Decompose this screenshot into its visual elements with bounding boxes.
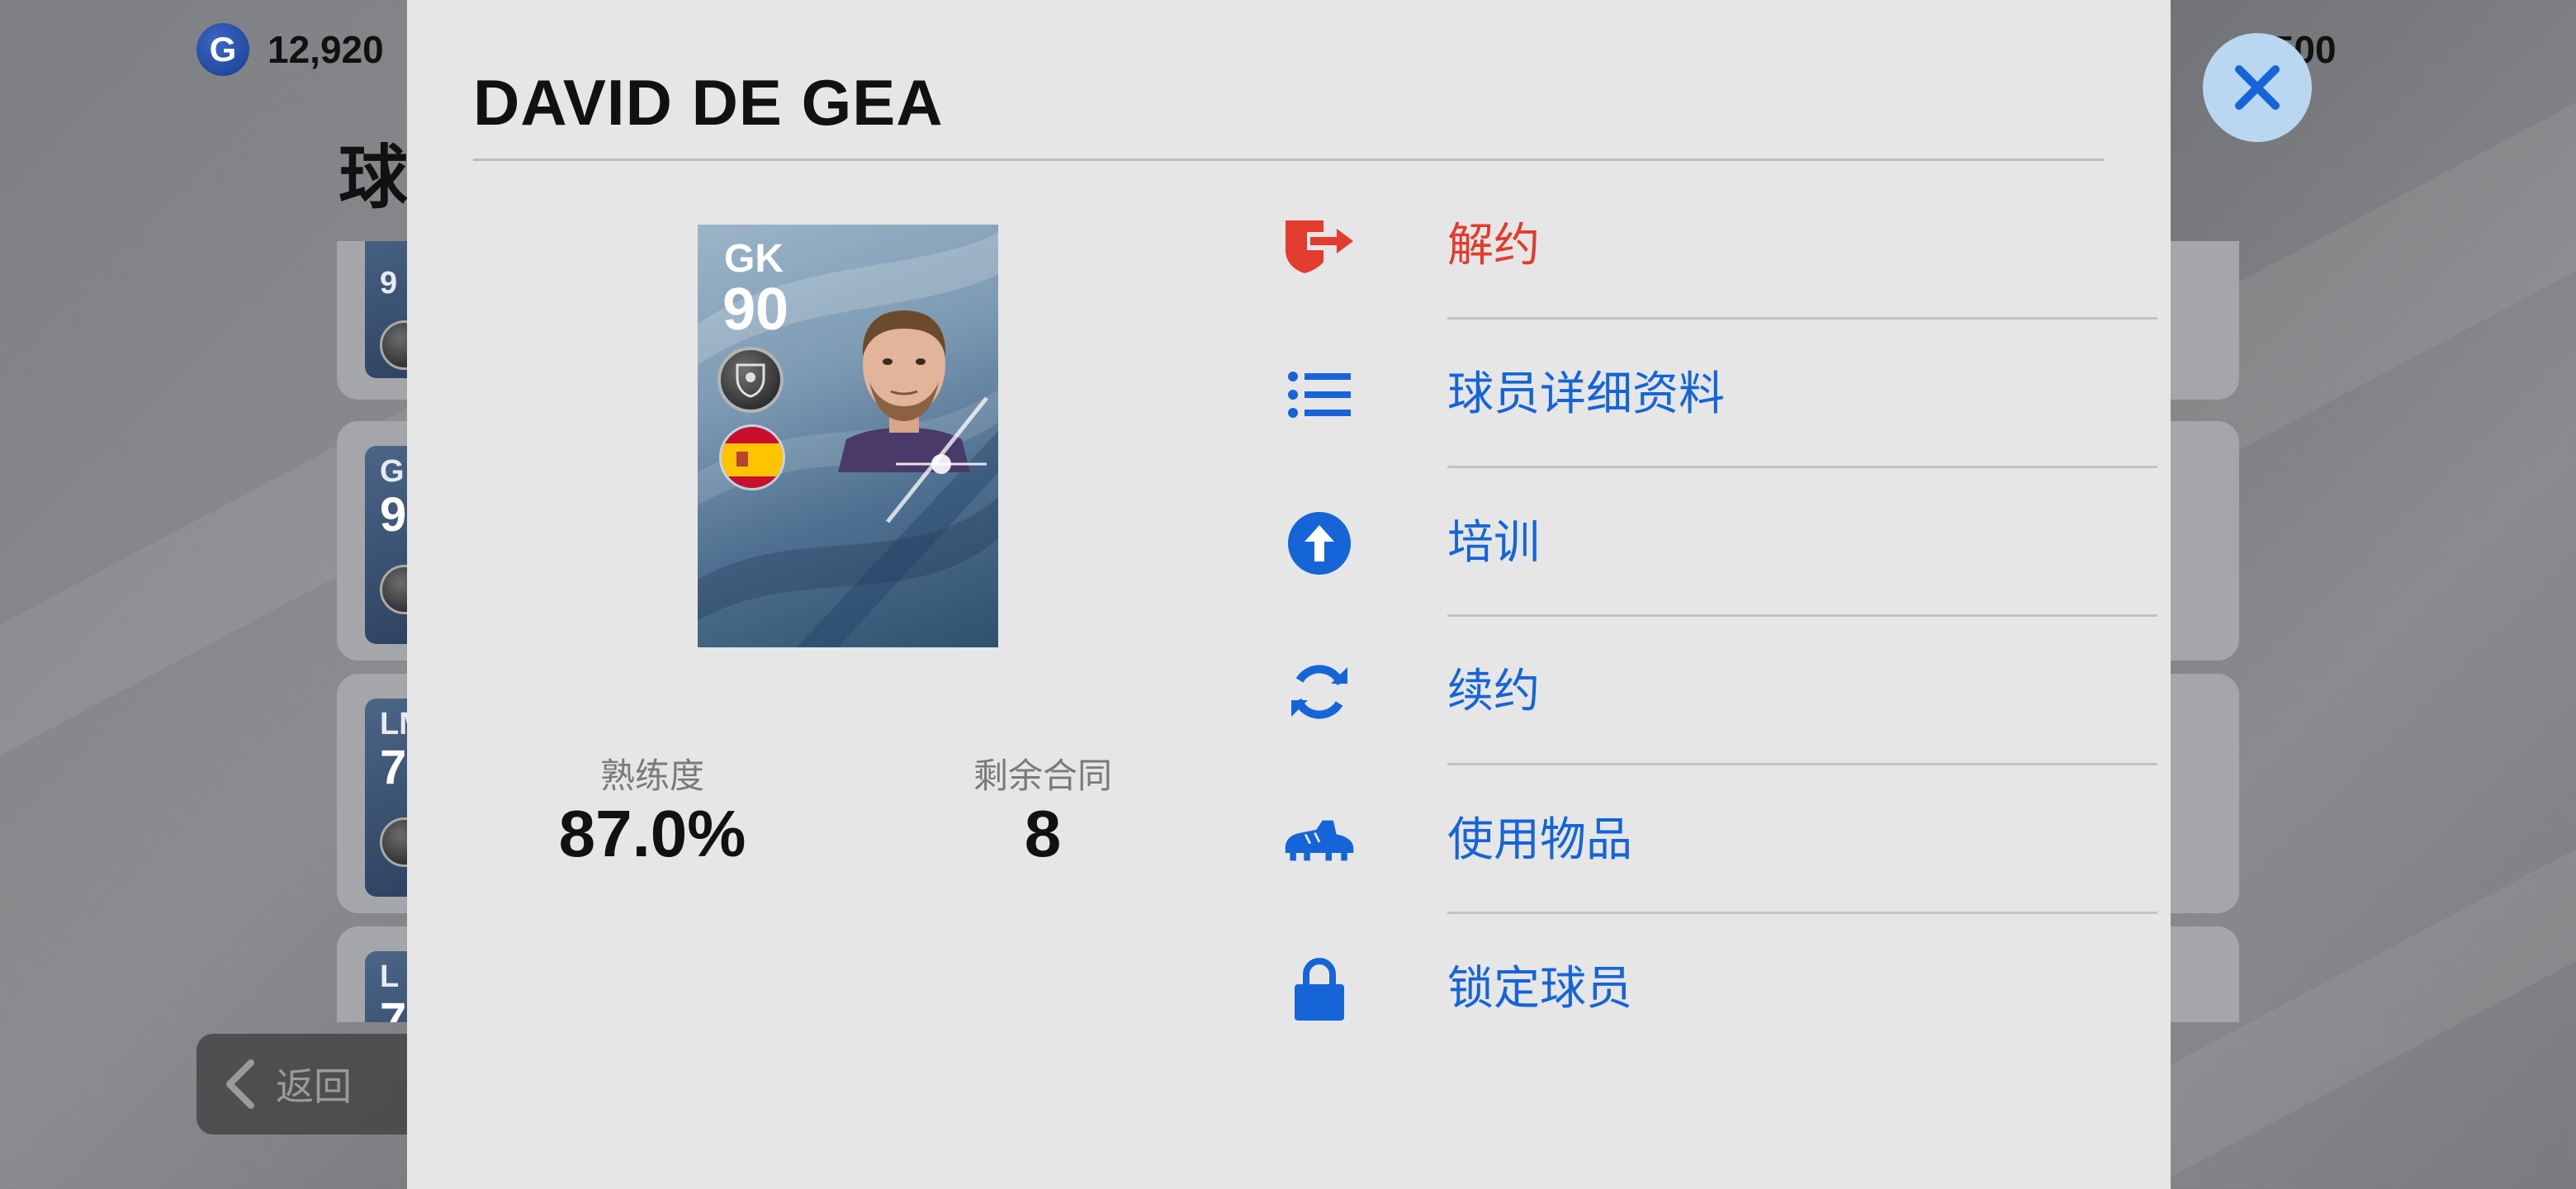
page-heading: 球 bbox=[339, 137, 409, 218]
chevron-left-icon bbox=[226, 1059, 254, 1109]
renew-icon bbox=[1282, 659, 1357, 725]
training-button[interactable]: 培训 bbox=[1282, 469, 2108, 618]
proficiency-value: 87.0% bbox=[558, 797, 746, 870]
release-contract-button[interactable]: 解约 bbox=[1282, 172, 2108, 320]
use-item-button[interactable]: 使用物品 bbox=[1282, 766, 2108, 915]
close-icon bbox=[2235, 65, 2280, 110]
menu-divider bbox=[1447, 614, 2157, 617]
training-label: 培训 bbox=[1447, 516, 1540, 570]
menu-divider bbox=[1447, 466, 2157, 468]
sparkle-effect bbox=[886, 396, 988, 523]
close-button[interactable] bbox=[2203, 33, 2312, 142]
lock-icon bbox=[1282, 956, 1357, 1022]
menu-divider bbox=[1447, 317, 2157, 320]
gp-currency: G 12,920 bbox=[197, 23, 384, 76]
player-options-modal: DAVID DE GEA GK 90 熟练度 87.0% 剩余合同 8 解约 球… bbox=[407, 0, 2171, 1189]
list-icon bbox=[1282, 362, 1357, 428]
player-card: GK 90 bbox=[698, 225, 998, 647]
gp-amount: 12,920 bbox=[268, 28, 384, 71]
renew-contract-button[interactable]: 续约 bbox=[1282, 618, 2108, 766]
boot-icon bbox=[1282, 808, 1357, 874]
player-name: DAVID DE GEA bbox=[473, 66, 944, 139]
arrow-up-circle-icon bbox=[1282, 510, 1357, 576]
proficiency-label: 熟练度 bbox=[599, 756, 704, 796]
title-divider bbox=[473, 159, 2105, 161]
contract-remaining-label: 剩余合同 bbox=[973, 756, 1112, 796]
gp-coin-icon: G bbox=[197, 23, 249, 76]
renew-contract-label: 续约 bbox=[1447, 665, 1540, 718]
card-position: GK bbox=[724, 237, 784, 281]
club-badge-icon bbox=[717, 347, 784, 413]
card-rating: 90 bbox=[722, 277, 789, 343]
player-details-label: 球员详细资料 bbox=[1447, 367, 1725, 421]
back-label: 返回 bbox=[276, 1064, 352, 1109]
menu-divider bbox=[1447, 912, 2157, 914]
lock-player-label: 锁定球员 bbox=[1447, 962, 1632, 1016]
spain-flag bbox=[719, 424, 785, 490]
contract-remaining-value: 8 bbox=[1024, 797, 1062, 870]
lock-player-button[interactable]: 锁定球员 bbox=[1282, 915, 2108, 1063]
release-contract-icon bbox=[1282, 213, 1357, 279]
use-item-label: 使用物品 bbox=[1447, 813, 1632, 867]
release-contract-label: 解约 bbox=[1447, 219, 1540, 272]
menu-divider bbox=[1447, 763, 2157, 765]
player-details-button[interactable]: 球员详细资料 bbox=[1282, 320, 2108, 469]
